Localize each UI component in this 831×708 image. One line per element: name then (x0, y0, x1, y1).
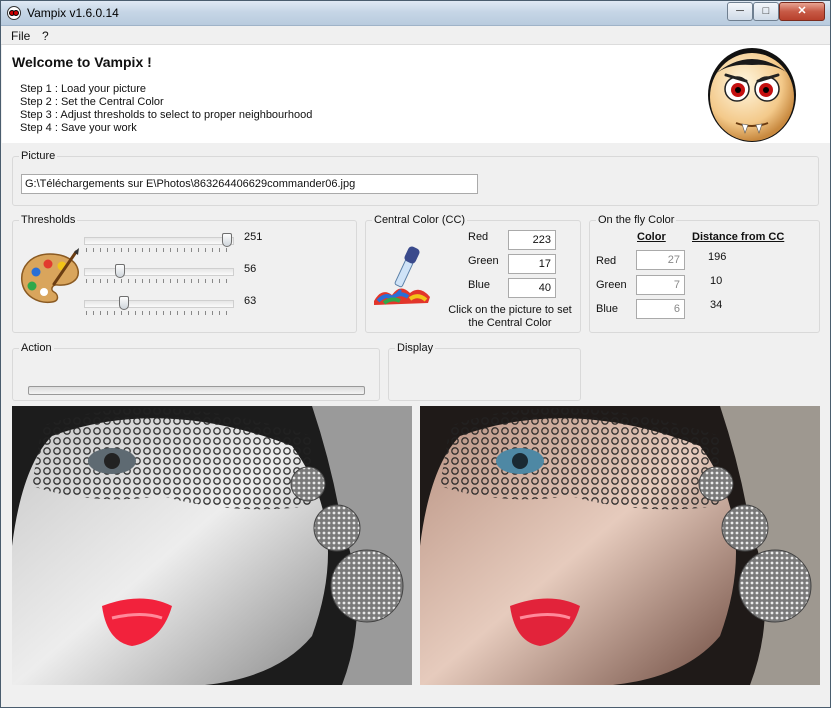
on-the-fly-legend: On the fly Color (596, 214, 677, 226)
slider-thumb[interactable] (115, 264, 125, 278)
cc-hint-line-2: the Central Color (468, 317, 552, 329)
cc-hint: Click on the picture to set the Central … (446, 304, 574, 330)
step-4: Step 4 : Save your work (20, 122, 137, 134)
picture-group: Picture G:\Téléchargements sur E\Photos\… (12, 150, 819, 206)
display-legend: Display (395, 342, 436, 354)
window-title: Vampix v1.6.0.14 (27, 6, 119, 20)
otf-red-label: Red (596, 255, 617, 267)
threshold-slider-1[interactable] (84, 232, 234, 254)
cc-red-label: Red (468, 231, 489, 243)
slider-thumb[interactable] (222, 233, 232, 247)
otf-green-label: Green (596, 279, 627, 291)
slider-ticks (86, 279, 232, 283)
distance-column-header: Distance from CC (692, 231, 785, 243)
maximize-button[interactable]: □ (753, 2, 779, 21)
on-the-fly-color-group: On the fly Color Color Distance from CC … (589, 214, 820, 333)
processed-picture[interactable] (12, 406, 412, 685)
slider-ticks (86, 311, 232, 315)
otf-green-distance: 10 (710, 275, 723, 287)
otf-red-value: 27 (636, 250, 685, 270)
display-group: Display (388, 342, 581, 401)
welcome-title: Welcome to Vampix ! (12, 54, 152, 70)
vampire-face-icon (708, 48, 796, 142)
step-2: Step 2 : Set the Central Color (20, 96, 164, 108)
original-photo (420, 406, 820, 685)
close-button[interactable]: ✕ (779, 2, 825, 21)
minimize-button[interactable]: ─ (727, 2, 753, 21)
threshold-value-1: 251 (244, 231, 263, 243)
otf-blue-distance: 34 (710, 299, 723, 311)
step-1: Step 1 : Load your picture (20, 83, 146, 95)
otf-green-value: 7 (636, 275, 685, 295)
slider-track (84, 300, 234, 308)
threshold-slider-3[interactable] (84, 295, 234, 317)
welcome-header: Welcome to Vampix ! Step 1 : Load your p… (2, 45, 830, 143)
threshold-value-3: 63 (244, 295, 257, 307)
original-picture[interactable] (420, 406, 820, 685)
thresholds-legend: Thresholds (19, 214, 78, 226)
processed-photo-grayscale-red-lips (12, 406, 412, 685)
menu-help[interactable]: ? (42, 29, 49, 43)
cc-green-label: Green (468, 255, 499, 267)
otf-red-distance: 196 (708, 251, 727, 263)
menu-file[interactable]: File (11, 29, 30, 43)
slider-track (84, 268, 234, 276)
vampix-app-icon (7, 6, 21, 20)
color-column-header: Color (637, 231, 666, 243)
threshold-value-2: 56 (244, 263, 257, 275)
otf-blue-value: 6 (636, 299, 685, 319)
step-3: Step 3 : Adjust thresholds to select to … (20, 109, 313, 121)
slider-track (84, 237, 234, 245)
paint-palette-icon (21, 248, 79, 304)
menu-bar: File ? (1, 26, 830, 45)
cc-blue-input[interactable]: 40 (508, 278, 556, 298)
steps-list: Step 1 : Load your picture Step 2 : Set … (20, 83, 312, 135)
picture-path-input[interactable]: G:\Téléchargements sur E\Photos\86326440… (21, 174, 478, 194)
app-window: Vampix v1.6.0.14 ─ □ ✕ File ? Welcome to… (0, 0, 831, 708)
central-color-legend: Central Color (CC) (372, 214, 468, 226)
cc-hint-line-1: Click on the picture to set (448, 304, 572, 316)
thresholds-group: Thresholds 251 56 63 (12, 214, 357, 333)
central-color-group: Central Color (CC) Red 223 Green 17 Blue… (365, 214, 581, 333)
slider-ticks (86, 248, 232, 252)
otf-blue-label: Blue (596, 303, 619, 315)
cc-red-input[interactable]: 223 (508, 230, 556, 250)
slider-thumb[interactable] (119, 296, 129, 310)
eyedropper-icon (374, 246, 430, 305)
action-progress-bar (28, 386, 365, 395)
picture-legend: Picture (19, 150, 58, 162)
action-legend: Action (19, 342, 54, 354)
threshold-slider-2[interactable] (84, 263, 234, 285)
title-bar[interactable]: Vampix v1.6.0.14 ─ □ ✕ (1, 1, 830, 26)
action-group: Action (12, 342, 380, 401)
cc-green-input[interactable]: 17 (508, 254, 556, 274)
cc-blue-label: Blue (468, 279, 491, 291)
